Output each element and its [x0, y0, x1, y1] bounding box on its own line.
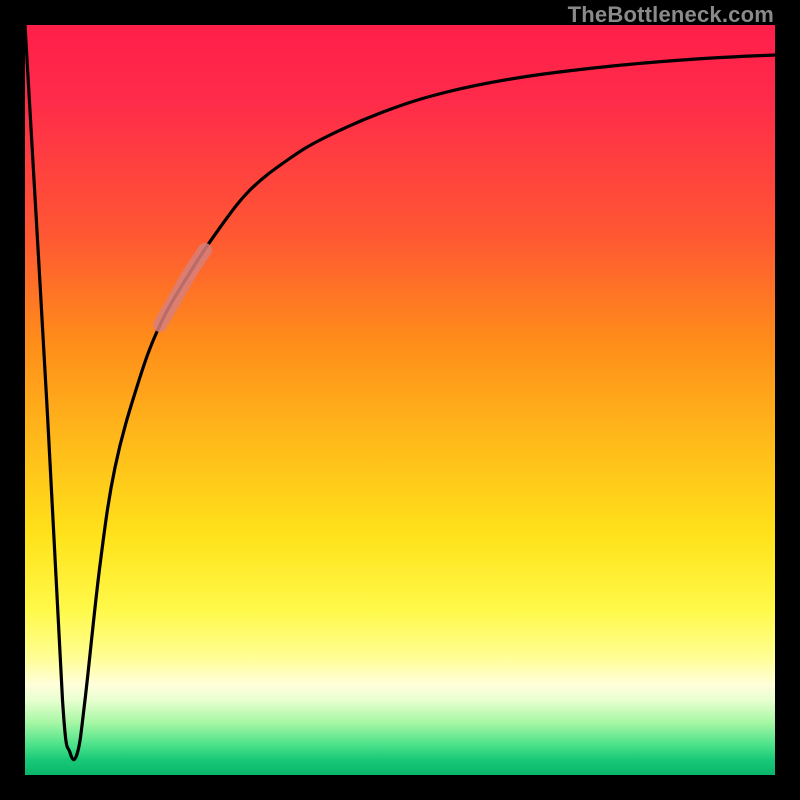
plot-area — [25, 25, 775, 775]
highlight-segment — [160, 250, 205, 325]
bottleneck-curve-path — [25, 25, 775, 760]
chart-frame: TheBottleneck.com — [0, 0, 800, 800]
curve-svg — [25, 25, 775, 775]
